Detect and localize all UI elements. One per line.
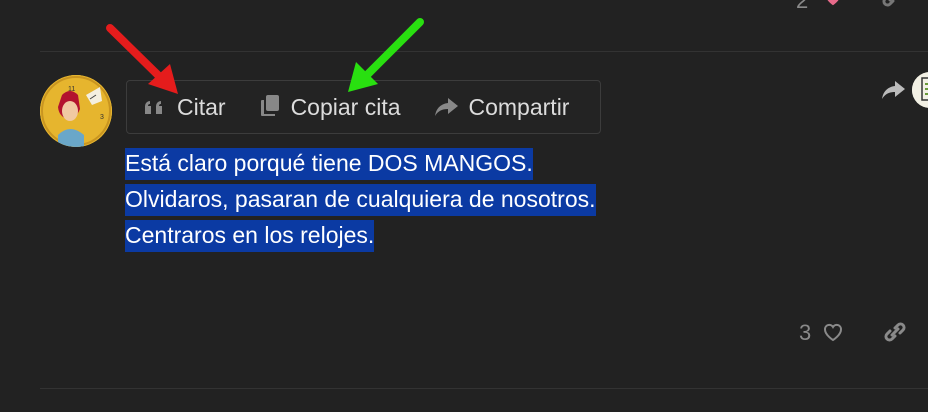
red-arrow (106, 24, 178, 94)
annotation-overlay (106, 18, 424, 94)
green-arrow (348, 18, 424, 92)
